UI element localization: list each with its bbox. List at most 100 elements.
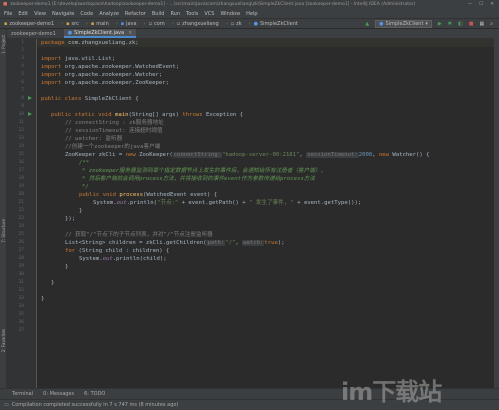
editor-tab-bar: zookeeper-demo1 ● SimpleZkClient.java × [7,29,494,39]
code-editor[interactable]: 1 2 3 4 5 6 7 8 9 10 11 12 13 14 15 16 17 18 19 20 21 22 23 24 2… [7,39,494,388]
line-number: 7 [21,88,24,93]
menu-help[interactable]: Help [246,11,257,17]
line-number: 18 [18,176,24,181]
code-line-19: */ [82,184,89,190]
favorites-tool-tab[interactable]: 2: Favorites [1,329,6,352]
line-number: 13 [18,136,24,141]
breadcrumb-src[interactable]: ▪ src [66,21,79,27]
breadcrumb-java[interactable]: ▪ java [121,21,137,27]
line-number: 17 [18,168,24,173]
menu-navigate[interactable]: Navigate [52,11,74,17]
chevron-right-icon: › [225,20,228,27]
menu-view[interactable]: View [34,11,46,17]
run-main-gutter-icon[interactable] [28,112,32,116]
code-line-11: // connectString : zk服务器地址 [65,120,164,126]
folder-icon: ▪ [4,20,8,27]
chevron-right-icon: › [61,20,64,27]
chevron-down-icon: ▾ [425,20,428,27]
line-number: 10 [18,112,24,117]
line-number: 21 [18,200,24,205]
project-structure-icon[interactable]: ▦ [479,21,484,27]
structure-tool-tab[interactable]: 7: Structure [1,219,6,243]
breadcrumb-zhangxueliang[interactable]: ▫ zhangxueliang [177,21,219,27]
line-number: 9 [21,104,24,109]
folder-icon: ▪ [90,20,95,27]
todo-tool-tab[interactable]: 6: TODO [84,391,105,397]
code-line-23: }); [65,216,76,222]
line-number: 16 [18,160,24,165]
line-number: 31 [18,280,24,285]
line-number: 26 [18,240,24,245]
status-message: Compilation completed successfully in 7 … [11,402,179,408]
package-icon: ▫ [176,20,181,27]
maximize-button[interactable]: ☐ [479,2,483,7]
project-panel-label[interactable]: zookeeper-demo1 [11,31,56,37]
menu-window[interactable]: Window [220,11,240,17]
line-number: 24 [18,224,24,229]
run-configuration-select[interactable]: ● SimpleZkClient ▾ [375,19,432,28]
messages-tool-tab[interactable]: 0: Messages [43,391,74,397]
close-tab-icon[interactable]: × [128,30,132,36]
package-icon: ▫ [148,20,153,27]
line-number: 27 [18,248,24,253]
window-title: zookeeper-demo1 [E:\develop\workspace\ha… [10,2,416,7]
terminal-tool-tab[interactable]: Terminal [12,391,33,397]
run-class-gutter-icon[interactable] [28,96,32,100]
code-line-22: } [79,208,83,214]
menu-analyze[interactable]: Analyze [99,11,119,17]
minimize-button[interactable]: — [468,2,473,7]
build-icon[interactable]: ▲ [365,21,369,27]
line-number: 19 [18,184,24,189]
code-line-1: package com.zhangxueliang.zk; [41,40,139,46]
class-icon: ● [253,20,258,27]
line-number: 28 [18,256,24,261]
line-number: 12 [18,128,24,133]
menu-vcs[interactable]: VCS [204,11,214,17]
breadcrumb-main[interactable]: ▪ main [91,21,109,27]
breadcrumb-com[interactable]: ▫ com [149,21,165,27]
line-number: 33 [18,296,24,301]
line-number: 14 [18,144,24,149]
search-icon[interactable]: ⌕ [490,21,493,27]
menu-refactor[interactable]: Refactor [125,11,146,17]
menu-code[interactable]: Code [80,11,93,17]
breadcrumb-class[interactable]: ● SimpleZkClient [254,21,298,27]
menu-build[interactable]: Build [152,11,165,17]
menu-file[interactable]: File [4,11,12,17]
code-line-8: public class SimpleZkClient { [41,96,139,102]
line-number: 20 [18,192,24,197]
param-hint: path: [206,240,226,246]
line-number: 35 [18,312,24,317]
right-tool-strip [494,29,499,388]
line-number: 23 [18,216,24,221]
line-number: 4 [21,64,24,69]
breadcrumb-project[interactable]: ▪ zookeeper-demo1 [4,21,54,27]
app-icon: ■ [3,2,8,7]
debug-icon[interactable]: ✱ [448,21,452,27]
menu-run[interactable]: Run [170,11,180,17]
code-line-3: import java.util.List; [41,56,116,62]
line-number: 5 [21,72,24,77]
param-hint: connectString: [172,152,222,158]
code-line-21: System.out.println("节点:" + event.getPath… [93,200,362,206]
code-line-15: ZooKeeper zkCli = new ZooKeeper(connectS… [65,152,430,158]
close-window-button[interactable]: ✕ [490,2,494,7]
breadcrumb-zk[interactable]: ▫ zk [231,21,242,27]
code-area[interactable]: package com.zhangxueliang.zk; import jav… [37,39,494,388]
param-hint: sessionTimeout: [306,152,359,158]
line-number: 3 [21,56,24,61]
menu-tools[interactable]: Tools [186,11,198,17]
code-line-20: public void process(WatchedEvent event) … [79,192,218,198]
chevron-right-icon: › [248,20,251,27]
coverage-icon[interactable]: ◧ [458,21,463,27]
tab-simplezkclient[interactable]: ● SimpleZkClient.java × [63,29,137,38]
line-number: 25 [18,232,24,237]
stop-icon[interactable]: ■ [469,21,474,27]
line-number: 29 [18,264,24,269]
code-line-4: import org.apache.zookeeper.WatchedEvent… [41,64,180,70]
menu-edit[interactable]: Edit [18,11,28,17]
project-tool-tab[interactable]: 1: Project [1,35,6,54]
code-line-27: for (String child : children) { [65,248,170,254]
line-number: 1 [21,40,24,45]
run-icon[interactable]: ▶ [438,21,442,27]
